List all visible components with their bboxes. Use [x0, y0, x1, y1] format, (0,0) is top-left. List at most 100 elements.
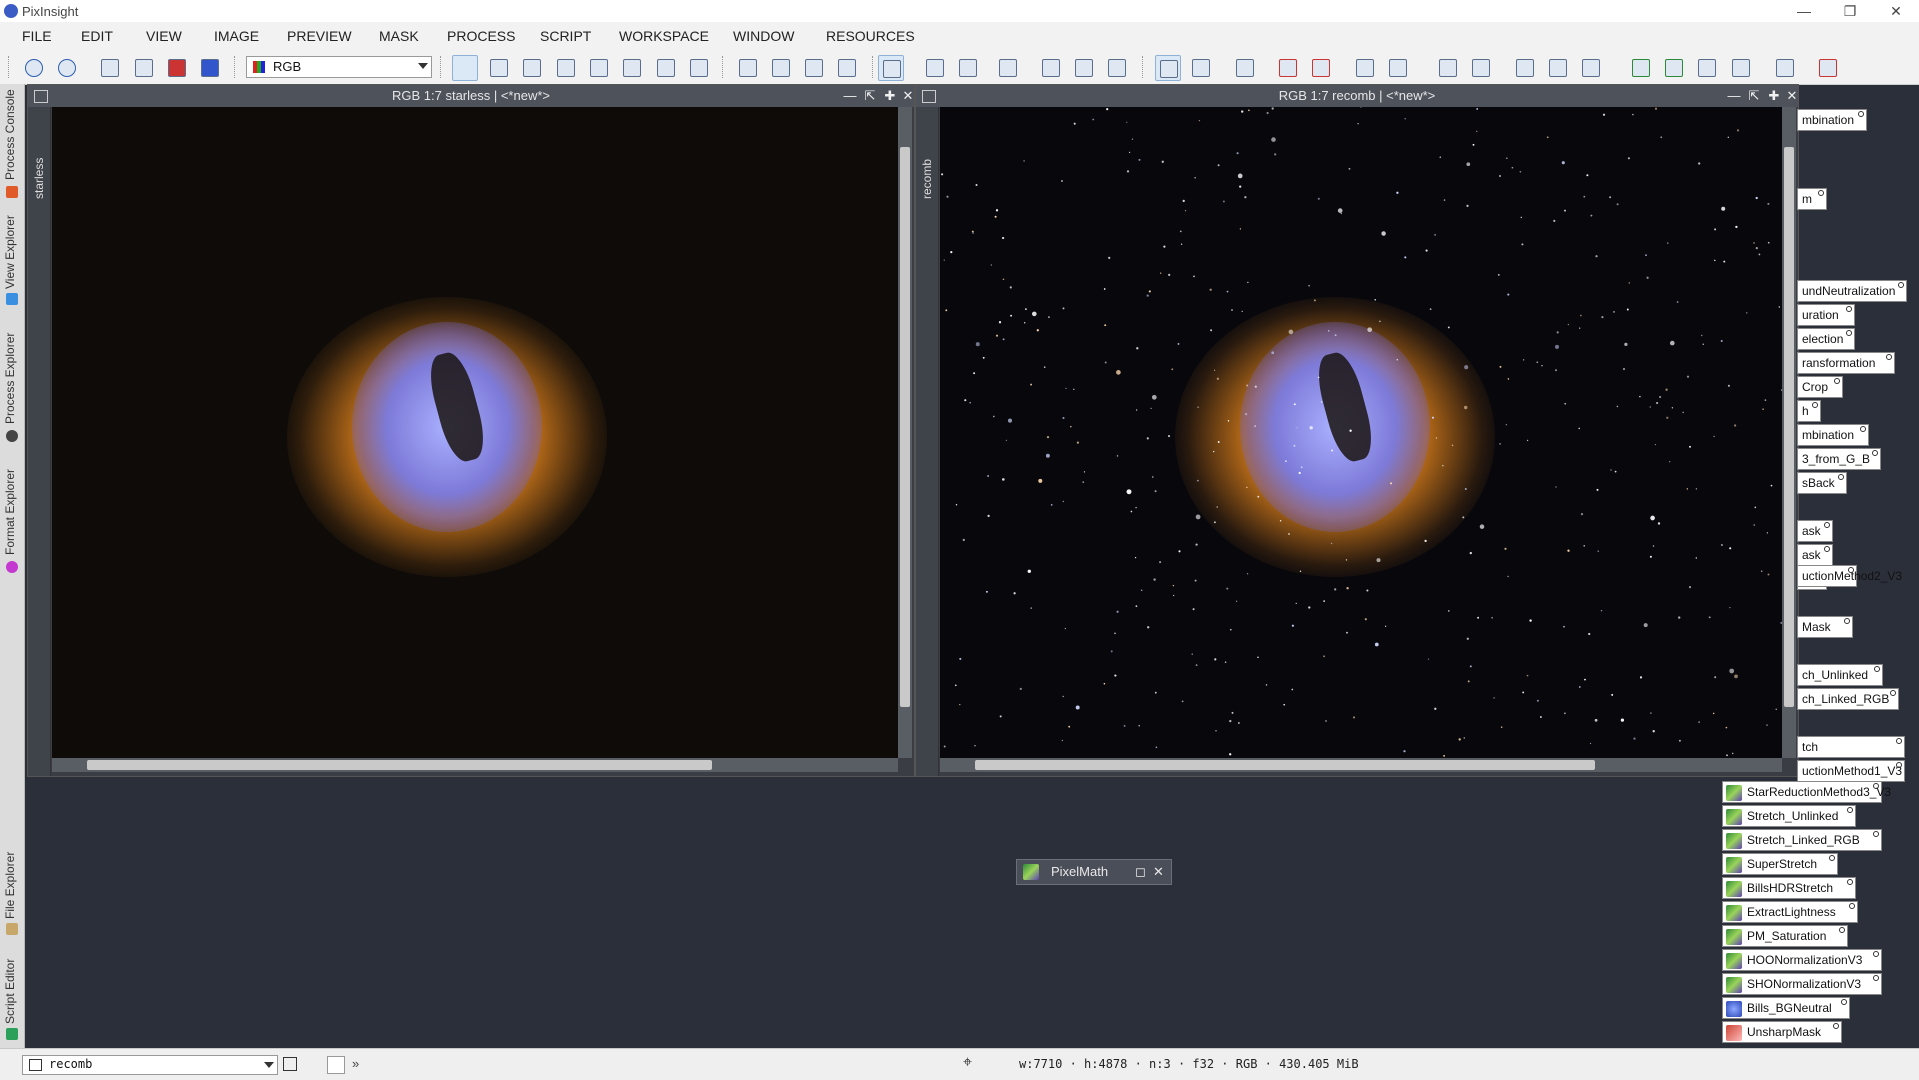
process-icon-clipped[interactable]: tch [1797, 736, 1905, 758]
process-icon-clipped[interactable]: mbination [1797, 109, 1867, 131]
shade-icon[interactable]: ⇱ [1744, 85, 1764, 107]
mask-toggle-icon[interactable] [327, 1056, 345, 1074]
new-image-icon[interactable] [131, 55, 155, 79]
horizontal-scrollbar[interactable] [52, 758, 898, 772]
minimize-button[interactable]: — [1781, 0, 1827, 22]
pixelmath-window[interactable]: PixelMath ◻ ✕ [1016, 859, 1172, 885]
expand-icon[interactable]: » [352, 1056, 359, 1071]
process-icon-pm-saturation[interactable]: PM_Saturation [1722, 925, 1848, 947]
mask-remove-icon[interactable] [801, 55, 825, 79]
preview-icon[interactable] [619, 55, 643, 79]
shade-icon[interactable]: ⇱ [860, 85, 880, 107]
rgb-channels-icon[interactable] [164, 55, 188, 79]
menu-workspace[interactable]: WORKSPACE [619, 28, 709, 44]
layout-icon-a[interactable] [1435, 55, 1459, 79]
window-title-bar[interactable]: RGB 1:7 recomb | <*new*> — ⇱ ✚ ✕ [916, 85, 1798, 107]
process-icon-clipped[interactable]: uctionMethod1_V3 [1797, 760, 1905, 782]
undo-icon[interactable] [21, 55, 45, 79]
window-menu-icon[interactable] [922, 90, 936, 103]
view-id-tab[interactable]: recomb [916, 107, 939, 776]
minimize-icon[interactable]: — [840, 85, 860, 107]
restore-icon[interactable]: ◻ [1135, 864, 1146, 880]
process-icon-clipped[interactable]: Mask [1797, 616, 1853, 638]
view-info-icon[interactable] [283, 1057, 297, 1071]
layout-icon-c[interactable] [1512, 55, 1536, 79]
process-icon-a[interactable] [922, 55, 946, 79]
process-icon-starreductionmethod3-v3[interactable]: StarReductionMethod3_V3 [1722, 781, 1891, 803]
tab-view-explorer[interactable]: View Explorer [0, 209, 24, 309]
redo-icon[interactable] [54, 55, 78, 79]
layout-icon-d[interactable] [1545, 55, 1569, 79]
process-icon-superstretch[interactable]: SuperStretch [1722, 853, 1838, 875]
process-icon-stretch-linked-rgb[interactable]: Stretch_Linked_RGB [1722, 829, 1882, 851]
tab-file-explorer[interactable]: File Explorer [0, 839, 24, 939]
menu-script[interactable]: SCRIPT [540, 28, 591, 44]
stf-icon[interactable] [1188, 55, 1212, 79]
display-icon-b[interactable] [1385, 55, 1409, 79]
layout-icon-b[interactable] [1468, 55, 1492, 79]
menu-image[interactable]: IMAGE [214, 28, 259, 44]
process-icon-clipped[interactable]: mbination [1797, 424, 1869, 446]
tab-script-editor[interactable]: Script Editor [0, 944, 24, 1044]
maximize-icon[interactable]: ✚ [1764, 85, 1784, 107]
menu-file[interactable]: FILE [22, 28, 52, 44]
process-icon-hoonormalizationv3[interactable]: HOONormalizationV3 [1722, 949, 1882, 971]
window-title-bar[interactable]: RGB 1:7 starless | <*new*> — ⇱ ✚ ✕ [28, 85, 914, 107]
menu-view[interactable]: VIEW [146, 28, 182, 44]
process-icon-clipped[interactable]: ask [1797, 520, 1833, 542]
horizontal-scrollbar[interactable] [940, 758, 1782, 772]
process-icon-bills-bgneutral[interactable]: Bills_BGNeutral [1722, 997, 1850, 1019]
pointer-icon[interactable] [686, 55, 710, 79]
image-window-starless[interactable]: RGB 1:7 starless | <*new*> — ⇱ ✚ ✕ starl… [27, 84, 915, 777]
process-icon-billshdrstretch[interactable]: BillsHDRStretch [1722, 877, 1856, 899]
process-icon-clipped[interactable]: sBack [1797, 472, 1847, 494]
process-icon-clipped[interactable]: uration [1797, 304, 1855, 326]
vertical-scrollbar[interactable] [898, 107, 912, 758]
edit-preview-icon[interactable] [653, 55, 677, 79]
mask-select-icon[interactable] [768, 55, 792, 79]
restore-button[interactable]: ❐ [1827, 0, 1873, 22]
close-icon[interactable]: ✕ [1153, 864, 1164, 880]
process-icon-clipped[interactable]: ransformation [1797, 352, 1895, 374]
process-icon-clipped[interactable]: uctionMethod2_V3 [1797, 565, 1902, 587]
process-icon-c[interactable] [995, 55, 1019, 79]
center-icon[interactable] [586, 55, 610, 79]
zoom-out-icon[interactable] [519, 55, 543, 79]
process-icon-clipped[interactable]: ch_Unlinked [1797, 664, 1883, 686]
close-icon[interactable]: ✕ [1782, 85, 1802, 107]
toolbar-grip[interactable] [8, 56, 11, 78]
zoom-in-icon[interactable] [486, 55, 510, 79]
minimize-icon[interactable]: — [1724, 85, 1744, 107]
process-icon-clipped[interactable]: Crop [1797, 376, 1843, 398]
stf-auto-icon[interactable] [1232, 55, 1256, 79]
process-icon-clipped[interactable]: ch_Linked_RGB [1797, 688, 1899, 710]
menu-process[interactable]: PROCESS [447, 28, 515, 44]
open-icon[interactable] [97, 55, 121, 79]
channel-combo[interactable]: RGB [246, 56, 432, 78]
process-icon-clipped[interactable]: ask [1797, 544, 1833, 566]
process-icon-unsharpmask[interactable]: UnsharpMask [1722, 1021, 1842, 1043]
image-canvas[interactable] [940, 107, 1782, 758]
process-icon-e[interactable] [1071, 55, 1095, 79]
display-icon-a[interactable] [1352, 55, 1376, 79]
image-window-recomb[interactable]: RGB 1:7 recomb | <*new*> — ⇱ ✚ ✕ recomb [915, 84, 1799, 777]
stf-reset-icon[interactable] [1275, 55, 1299, 79]
vertical-scrollbar[interactable] [1782, 107, 1796, 758]
close-all-icon[interactable] [1815, 55, 1839, 79]
tile-icon-c[interactable] [1694, 55, 1718, 79]
menu-resources[interactable]: RESOURCES [826, 28, 915, 44]
view-id-tab[interactable]: starless [28, 107, 51, 776]
process-icon-clipped[interactable]: undNeutralization [1797, 280, 1907, 302]
screen-icon[interactable] [1155, 55, 1181, 81]
process-icon-f[interactable] [1104, 55, 1128, 79]
process-icon-extractlightness[interactable]: ExtractLightness [1722, 901, 1858, 923]
process-icon-shonormalizationv3[interactable]: SHONormalizationV3 [1722, 973, 1882, 995]
tile-icon-b[interactable] [1661, 55, 1685, 79]
window-menu-icon[interactable] [34, 90, 48, 103]
tile-icon-d[interactable] [1728, 55, 1752, 79]
view-selector[interactable]: recomb [22, 1055, 278, 1075]
menu-mask[interactable]: MASK [379, 28, 419, 44]
color-icon[interactable] [197, 55, 221, 79]
menu-preview[interactable]: PREVIEW [287, 28, 352, 44]
layout-icon-e[interactable] [1578, 55, 1602, 79]
